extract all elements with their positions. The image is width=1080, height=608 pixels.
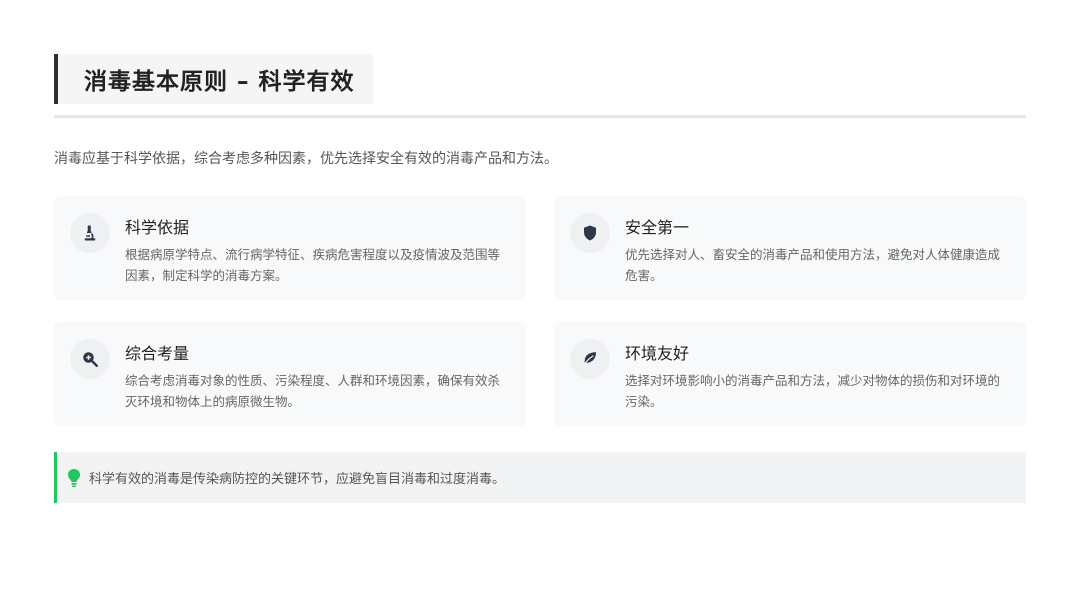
card-title: 综合考量: [125, 344, 190, 363]
microscope-icon: [70, 213, 110, 253]
card-scientific-basis: 科学依据 根据病原学特点、流行病学特征、疾病危害程度以及疫情波及范围等因素，制定…: [54, 196, 526, 300]
search-plus-icon: [70, 339, 110, 379]
card-description: 根据病原学特点、流行病学特征、疾病危害程度以及疫情波及范围等因素，制定科学的消毒…: [125, 247, 501, 283]
title-box: 消毒基本原则 – 科学有效: [54, 54, 373, 104]
card-description: 选择对环境影响小的消毒产品和方法，减少对物体的损伤和对环境的污染。: [625, 373, 1001, 409]
tip-callout: 科学有效的消毒是传染病防控的关键环节，应避免盲目消毒和过度消毒。: [54, 452, 1026, 503]
card-title: 安全第一: [625, 218, 690, 237]
card-description: 优先选择对人、畜安全的消毒产品和使用方法，避免对人体健康造成危害。: [625, 247, 1001, 283]
slide: 消毒基本原则 – 科学有效 消毒应基于科学依据，综合考虑多种因素，优先选择安全有…: [0, 0, 1080, 608]
lightbulb-icon: [67, 468, 81, 488]
card-safety-first: 安全第一 优先选择对人、畜安全的消毒产品和使用方法，避免对人体健康造成危害。: [554, 196, 1026, 300]
card-description: 综合考虑消毒对象的性质、污染程度、人群和环境因素，确保有效杀灭环境和物体上的病原…: [125, 373, 501, 409]
tip-text: 科学有效的消毒是传染病防控的关键环节，应避免盲目消毒和过度消毒。: [89, 472, 506, 487]
shield-icon: [570, 213, 610, 253]
leaf-icon: [570, 339, 610, 379]
page-title: 消毒基本原则 – 科学有效: [84, 69, 355, 95]
card-environment-friendly: 环境友好 选择对环境影响小的消毒产品和方法，减少对物体的损伤和对环境的污染。: [554, 322, 1026, 426]
intro-text: 消毒应基于科学依据，综合考虑多种因素，优先选择安全有效的消毒产品和方法。: [54, 151, 558, 167]
card-comprehensive-consideration: 综合考量 综合考虑消毒对象的性质、污染程度、人群和环境因素，确保有效杀灭环境和物…: [54, 322, 526, 426]
title-divider: [54, 115, 1026, 118]
card-title: 科学依据: [125, 218, 190, 237]
card-title: 环境友好: [625, 344, 690, 363]
